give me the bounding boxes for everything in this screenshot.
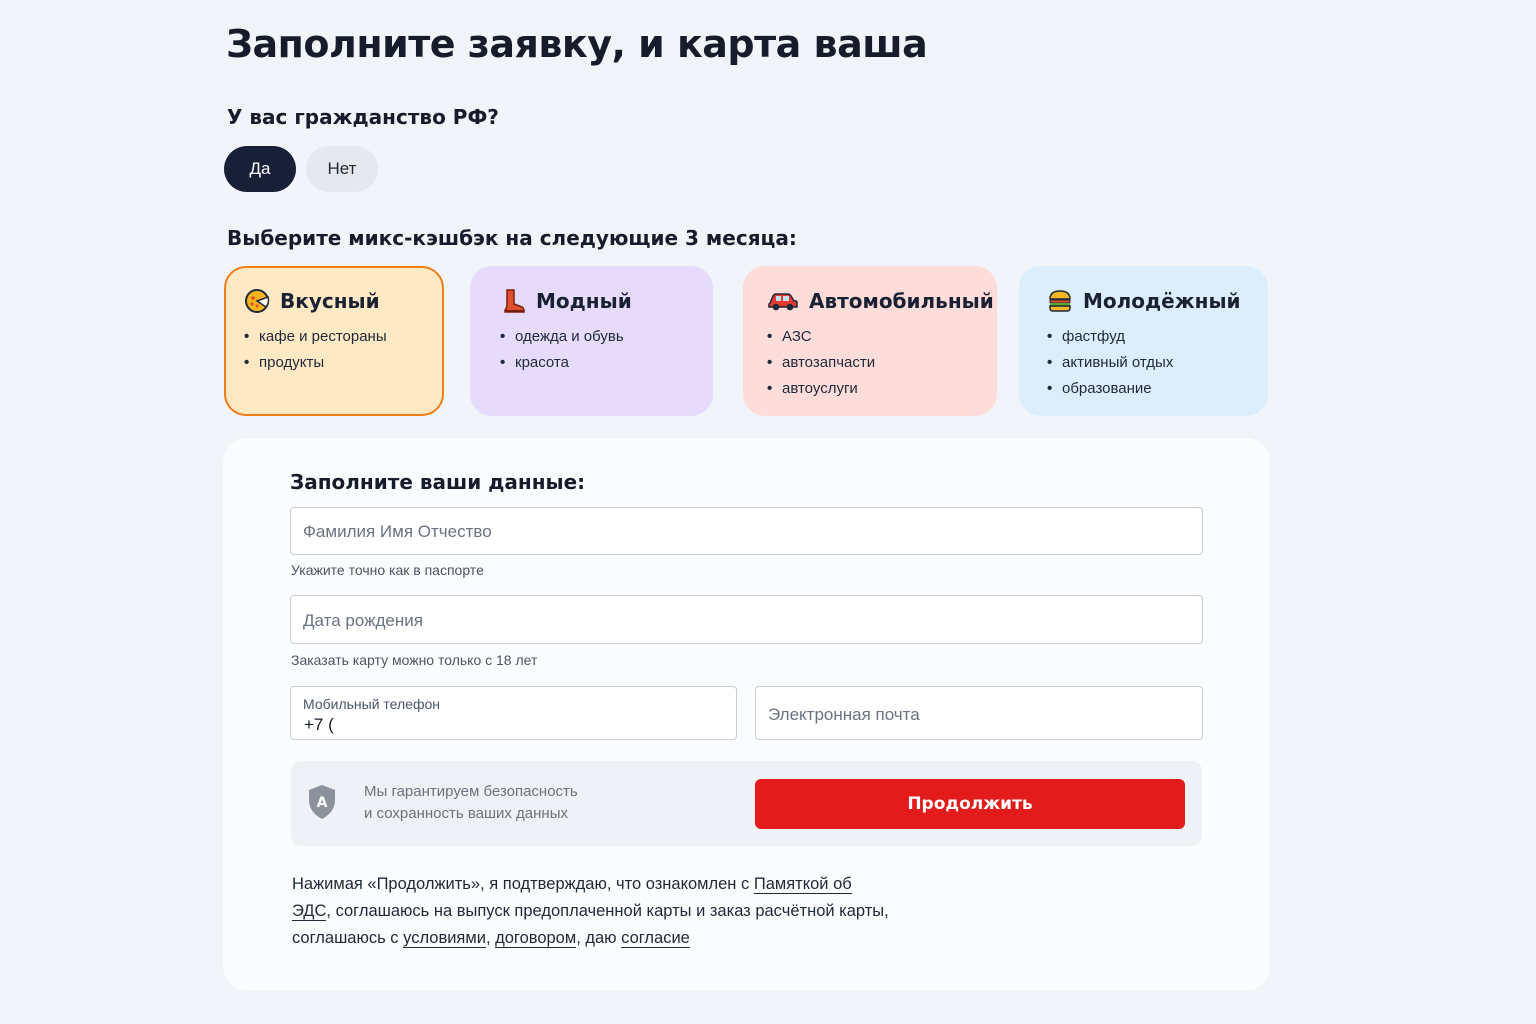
- list-item: активный отдых: [1047, 350, 1248, 376]
- list-item: продукты: [244, 350, 424, 376]
- birth-date-placeholder: Дата рождения: [303, 611, 423, 630]
- cashback-option-name: Автомобильный: [809, 289, 994, 313]
- shield-icon: A: [307, 784, 337, 820]
- email-placeholder: Электронная почта: [768, 705, 920, 724]
- citizenship-no-button[interactable]: Нет: [306, 146, 378, 192]
- security-text: Мы гарантируем безопасность и сохранност…: [364, 781, 578, 825]
- shield-letter: A: [317, 795, 328, 811]
- car-icon: [767, 288, 799, 314]
- phone-value: +7 (: [304, 715, 334, 734]
- page-title: Заполните заявку, и карта ваша: [226, 22, 928, 66]
- full-name-hint: Укажите точно как в паспорте: [291, 562, 484, 578]
- cashback-option-name: Модный: [536, 289, 632, 313]
- email-input[interactable]: Электронная почта: [755, 686, 1203, 740]
- security-line-1: Мы гарантируем безопасность: [364, 783, 578, 800]
- birth-date-hint: Заказать карту можно только с 18 лет: [291, 652, 538, 668]
- cashback-heading: Выберите микс-кэшбэк на следующие 3 меся…: [227, 226, 797, 250]
- continue-button[interactable]: Продолжить: [755, 779, 1185, 829]
- phone-label: Мобильный телефон: [303, 696, 440, 712]
- phone-input[interactable]: Мобильный телефон +7 (: [290, 686, 737, 740]
- cashback-option-name: Вкусный: [280, 289, 380, 313]
- agreement-link[interactable]: согласие: [621, 929, 690, 948]
- citizenship-yes-button[interactable]: Да: [224, 146, 296, 192]
- full-name-input[interactable]: Фамилия Имя Отчество: [290, 507, 1203, 555]
- list-item: автоуслуги: [767, 376, 977, 402]
- list-item: кафе и рестораны: [244, 324, 424, 350]
- consent-part-1: Нажимая «Продолжить», я подтверждаю, что…: [292, 875, 754, 893]
- list-item: АЗС: [767, 324, 977, 350]
- burger-icon: [1047, 288, 1073, 314]
- contract-link[interactable]: договором: [495, 929, 577, 948]
- cashback-option-tasty[interactable]: Вкусный кафе и рестораны продукты: [224, 266, 444, 416]
- birth-date-input[interactable]: Дата рождения: [290, 595, 1203, 644]
- list-item: автозапчасти: [767, 350, 977, 376]
- boot-icon: [500, 288, 526, 314]
- cashback-option-fashion[interactable]: Модный одежда и обувь красота: [470, 266, 713, 416]
- list-item: красота: [500, 350, 693, 376]
- consent-separator: ,: [485, 929, 496, 947]
- form-title: Заполните ваши данные:: [290, 470, 586, 494]
- cashback-option-name: Молодёжный: [1083, 289, 1241, 313]
- consent-part-3: , даю: [576, 929, 622, 947]
- list-item: образование: [1047, 376, 1248, 402]
- citizenship-question: У вас гражданство РФ?: [227, 105, 499, 129]
- food-icon: [244, 288, 270, 314]
- list-item: одежда и обувь: [500, 324, 693, 350]
- list-item: фастфуд: [1047, 324, 1248, 350]
- cashback-option-auto[interactable]: Автомобильный АЗС автозапчасти автоуслуг…: [743, 266, 997, 416]
- conditions-link[interactable]: условиями: [403, 929, 486, 948]
- consent-text: Нажимая «Продолжить», я подтверждаю, что…: [292, 871, 892, 952]
- security-line-2: и сохранность ваших данных: [364, 805, 569, 822]
- full-name-placeholder: Фамилия Имя Отчество: [303, 522, 492, 541]
- cashback-option-youth[interactable]: Молодёжный фастфуд активный отдых образо…: [1019, 266, 1268, 416]
